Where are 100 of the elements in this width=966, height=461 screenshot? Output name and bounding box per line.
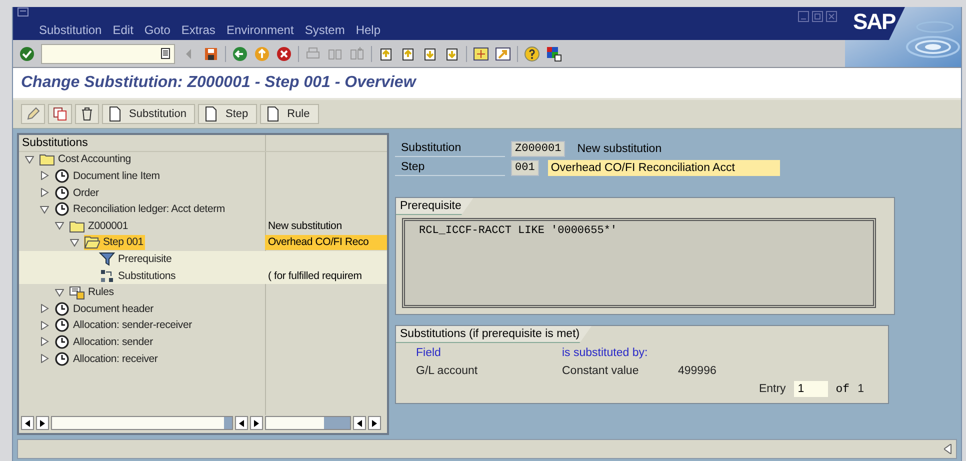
entry-label: Entry bbox=[758, 383, 786, 395]
tree-item[interactable]: Rules bbox=[69, 284, 116, 300]
last-page-icon[interactable] bbox=[444, 46, 460, 62]
tree-item[interactable]: Cost Accounting bbox=[39, 152, 133, 168]
scroll-right-icon[interactable] bbox=[36, 416, 49, 430]
column-header: Field bbox=[416, 347, 442, 359]
minimize-icon[interactable] bbox=[798, 11, 809, 22]
tree-item[interactable]: Allocation: sender bbox=[54, 334, 155, 350]
document-icon bbox=[265, 106, 282, 122]
horizontal-scrollbar[interactable] bbox=[265, 416, 351, 430]
scroll-left-icon[interactable] bbox=[353, 416, 366, 430]
expand-caret-icon[interactable] bbox=[40, 171, 49, 180]
folder-icon bbox=[39, 152, 55, 168]
clock-icon bbox=[54, 184, 70, 200]
create-button[interactable]: Substitution bbox=[102, 104, 196, 124]
of-label: of bbox=[836, 382, 850, 396]
new-session-icon[interactable] bbox=[473, 46, 489, 62]
command-field[interactable] bbox=[41, 44, 175, 64]
menu-item[interactable]: Goto bbox=[144, 23, 170, 37]
value-field: 001 bbox=[511, 160, 539, 176]
description-text: New substitution bbox=[576, 142, 663, 156]
menu-item[interactable]: Help bbox=[356, 23, 381, 37]
scroll-right-icon[interactable] bbox=[250, 416, 263, 430]
tree-item[interactable]: Document header bbox=[54, 300, 156, 317]
tree-item[interactable]: Substitutions bbox=[99, 268, 178, 284]
entry-total: 1 bbox=[858, 383, 864, 395]
logo-text: SAP bbox=[853, 9, 896, 35]
tree-item[interactable]: Reconciliation ledger: Acct determ bbox=[54, 201, 227, 217]
copy-button[interactable] bbox=[48, 104, 72, 124]
collapse-caret-icon[interactable] bbox=[55, 288, 64, 297]
create-button[interactable]: Rule bbox=[260, 104, 319, 124]
group-title: Substitutions (if prerequisite is met) bbox=[396, 326, 592, 343]
expand-caret-icon[interactable] bbox=[40, 320, 49, 330]
condition-text: RCL_ICCF-RACCT LIKE '0000655*' bbox=[402, 218, 876, 308]
expand-caret-icon[interactable] bbox=[40, 304, 49, 314]
clock-icon bbox=[54, 201, 70, 217]
window-menu-icon bbox=[17, 7, 29, 17]
menu-item[interactable]: Environment bbox=[226, 23, 294, 37]
tree-item[interactable]: Z000001 bbox=[69, 218, 130, 234]
tree-item[interactable]: Allocation: receiver bbox=[54, 350, 160, 366]
swap-icon bbox=[99, 268, 115, 284]
clock-icon bbox=[54, 318, 70, 334]
layout-icon[interactable] bbox=[546, 46, 562, 62]
close-icon[interactable] bbox=[826, 11, 837, 22]
tree-description: Overhead CO/FI Reco bbox=[265, 234, 387, 250]
column-header: is substituted by: bbox=[562, 347, 649, 359]
copy-icon bbox=[52, 106, 68, 122]
expand-caret-icon[interactable] bbox=[40, 337, 49, 346]
collapse-caret-icon[interactable] bbox=[70, 238, 79, 247]
rules-icon bbox=[69, 284, 85, 300]
tree-item[interactable]: Prerequisite bbox=[99, 251, 174, 267]
collapse-caret-icon[interactable] bbox=[55, 221, 64, 230]
description-text: Overhead CO/FI Reconciliation Acct bbox=[548, 160, 780, 176]
first-page-icon[interactable] bbox=[378, 46, 394, 62]
document-icon bbox=[107, 106, 123, 122]
value-field: Z000001 bbox=[511, 140, 566, 156]
maximize-icon[interactable] bbox=[812, 11, 823, 22]
scroll-right-icon[interactable] bbox=[368, 416, 381, 430]
column-header: Substitutions bbox=[21, 136, 88, 149]
create-button[interactable]: Step bbox=[198, 104, 258, 124]
back-icon[interactable] bbox=[232, 46, 248, 62]
field-label: Step bbox=[395, 159, 505, 176]
cancel-icon[interactable] bbox=[276, 46, 292, 62]
next-page-icon[interactable] bbox=[422, 46, 438, 62]
help-icon[interactable] bbox=[524, 46, 540, 62]
tree-description: New substitution bbox=[267, 218, 343, 234]
tree-item[interactable]: Step 001 bbox=[84, 234, 146, 250]
clock-icon bbox=[54, 334, 70, 350]
scroll-left-icon[interactable] bbox=[235, 416, 248, 430]
status-toggle-icon[interactable] bbox=[944, 444, 952, 454]
value-text: 499996 bbox=[678, 365, 718, 377]
collapse-caret-icon[interactable] bbox=[25, 154, 34, 164]
menu-item[interactable]: Substitution bbox=[39, 23, 102, 37]
method-text: Constant value bbox=[562, 365, 640, 377]
save-icon[interactable] bbox=[203, 46, 219, 62]
document-icon bbox=[203, 106, 220, 122]
horizontal-scrollbar[interactable] bbox=[51, 416, 233, 430]
change-button[interactable] bbox=[21, 104, 45, 124]
menu-item[interactable]: Edit bbox=[112, 23, 134, 37]
history-icon[interactable] bbox=[161, 48, 170, 59]
tree-item[interactable]: Document line Item bbox=[54, 168, 162, 184]
delete-button[interactable] bbox=[75, 104, 99, 124]
menu-item[interactable]: Extras bbox=[181, 23, 216, 37]
enter-icon[interactable] bbox=[19, 46, 35, 62]
collapse-caret-icon[interactable] bbox=[40, 204, 49, 214]
entry-field[interactable]: 1 bbox=[794, 381, 828, 397]
expand-caret-icon[interactable] bbox=[40, 188, 49, 198]
tree-item[interactable]: Order bbox=[54, 184, 101, 200]
trash-icon bbox=[79, 106, 95, 122]
screen-title: Change Substitution: Z000001 - Step 001 - Overview bbox=[13, 68, 961, 100]
folder-icon bbox=[84, 234, 100, 250]
expand-caret-icon[interactable] bbox=[40, 354, 49, 364]
pencil-icon bbox=[25, 106, 41, 122]
previous-page-icon[interactable] bbox=[400, 46, 416, 62]
menu-item[interactable]: System bbox=[304, 23, 345, 37]
field-label: Substitution bbox=[395, 140, 505, 157]
clock-icon bbox=[54, 350, 70, 366]
shortcut-icon[interactable] bbox=[495, 46, 511, 62]
scroll-left-icon[interactable] bbox=[21, 416, 34, 430]
tree-item[interactable]: Allocation: sender-receiver bbox=[54, 318, 194, 334]
